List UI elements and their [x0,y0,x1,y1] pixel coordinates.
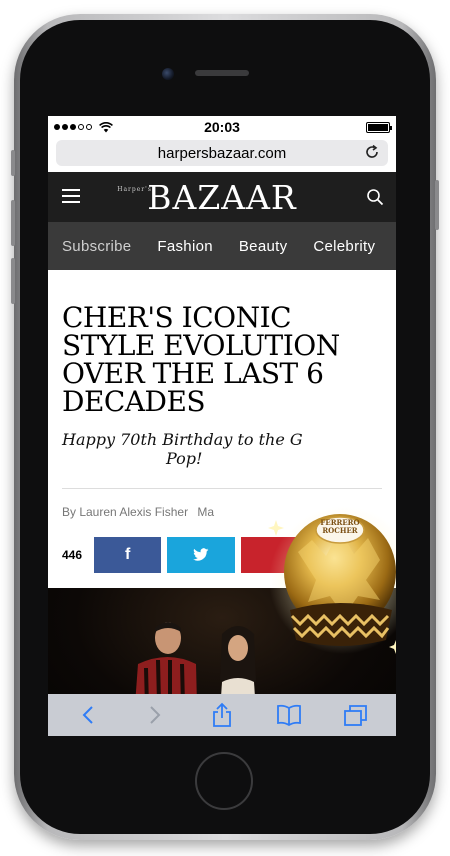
home-button[interactable] [195,752,253,810]
tabs-button[interactable] [342,701,370,729]
category-nav: Subscribe Fashion Beauty Celebrity [48,222,396,270]
earpiece-speaker [195,70,249,76]
article-headline: CHER'S ICONIC STYLE EVOLUTION OVER THE L… [62,301,340,418]
logo-text: BAZAAR [147,178,297,217]
url-bar-container: harpersbazaar.com [48,138,396,172]
facebook-share-button[interactable]: f [93,537,162,573]
bookmarks-button[interactable] [275,701,303,729]
forward-button[interactable] [141,701,169,729]
chevron-left-icon [82,706,93,724]
screen: 20:03 harpersbazaar.com Harper's BAZAAR … [48,116,396,736]
power-button [435,180,439,230]
twitter-share-button[interactable] [167,537,235,573]
nav-item-subscribe[interactable]: Subscribe [62,238,131,255]
reload-icon[interactable] [364,144,380,160]
battery-icon [366,121,392,133]
volume-down-button [11,258,15,304]
share-button[interactable] [208,701,236,729]
article-dek: Happy 70th Birthday to the G Pop! [62,430,382,468]
site-logo[interactable]: Harper's BAZAAR [48,178,396,217]
volume-up-button [11,200,15,246]
address-bar[interactable]: harpersbazaar.com [56,140,388,166]
author-link[interactable]: By Lauren Alexis Fisher [62,505,188,519]
twitter-icon [193,548,209,561]
share-count: 446 [62,548,83,562]
browser-toolbar [48,694,396,736]
book-icon [277,704,302,726]
clock: 20:03 [204,119,240,135]
dek-text: Happy 70th Birthday to the G [62,430,303,449]
ad-brand-line2: ROCHER [322,526,358,535]
byline-date: Ma [197,505,215,519]
nav-item-fashion[interactable]: Fashion [157,238,212,255]
facebook-icon: f [124,546,131,563]
nav-item-celebrity[interactable]: Celebrity [313,238,375,255]
divider [62,488,382,489]
ad-brand-label: FERRERO ROCHER [316,519,364,535]
ferrero-rocher-ad-overlay[interactable]: FERRERO ROCHER [268,500,396,660]
url-text[interactable]: harpersbazaar.com [158,145,286,162]
logo-prefix: Harper's [117,186,152,193]
battery-level [368,123,388,131]
status-bar: 20:03 [48,116,396,138]
search-icon[interactable] [366,188,384,206]
mute-switch [11,150,15,176]
tabs-icon [344,705,368,726]
site-header: Harper's BAZAAR [48,172,396,222]
nav-item-beauty[interactable]: Beauty [239,238,288,255]
share-icon [213,702,231,727]
front-camera [162,68,174,80]
chevron-right-icon [150,706,161,724]
dek-text-end: Pop! [166,449,203,468]
back-button[interactable] [74,701,102,729]
